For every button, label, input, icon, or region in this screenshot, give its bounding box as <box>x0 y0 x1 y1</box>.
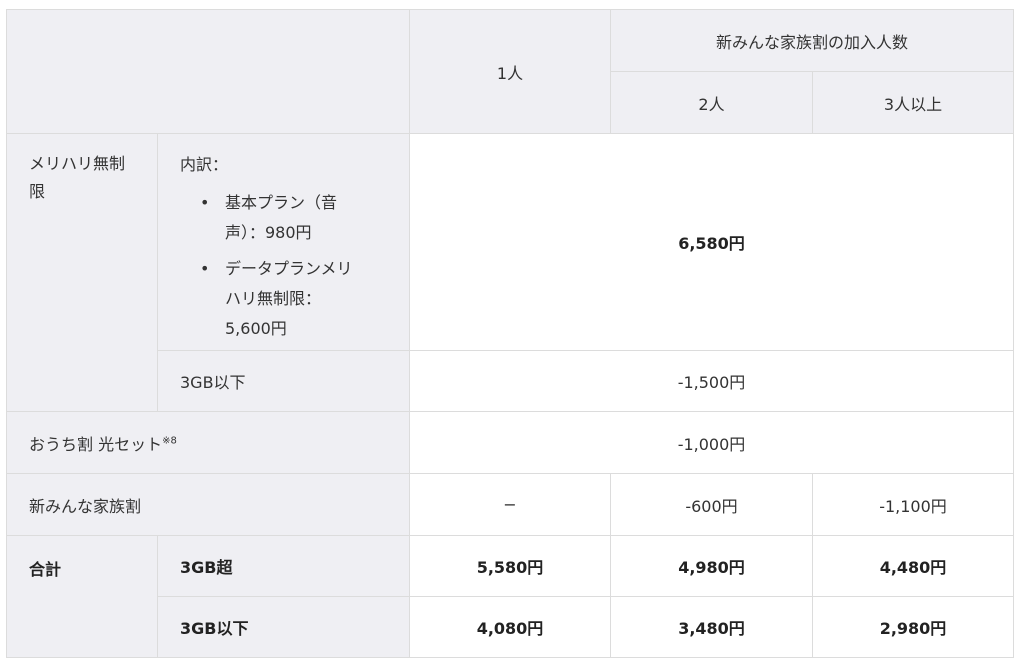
header-one-person: 1人 <box>409 9 611 134</box>
under-3gb-discount: -1,500円 <box>408 350 1015 412</box>
ouchi-discount: -1,000円 <box>408 411 1015 474</box>
row-label-merihari: メリハリ無制限 <box>6 133 158 412</box>
breakdown-cell: 内訳： • 基本プラン（音声）：980円 • データプランメリハリ無制限：5,6… <box>157 133 410 351</box>
header-family-count-group: 新みんな家族割の加入人数 <box>609 9 1015 72</box>
header-three-plus: 3人以上 <box>811 71 1015 134</box>
family-discount-two: -600円 <box>610 473 813 536</box>
total-over-3gb-label: 3GB超 <box>157 535 410 597</box>
total-under-3gb-three: 2,980円 <box>811 596 1015 658</box>
total-over-3gb-three: 4,480円 <box>811 535 1015 597</box>
family-discount-three: -1,100円 <box>811 473 1015 536</box>
total-under-3gb-two: 3,480円 <box>610 596 813 658</box>
list-item: • データプランメリハリ無制限：5,600円 <box>180 254 355 344</box>
row-label-total: 合計 <box>6 535 158 658</box>
total-under-3gb-one: 4,080円 <box>409 596 611 658</box>
total-under-3gb-label: 3GB以下 <box>157 596 410 658</box>
price-table: 1人 新みんな家族割の加入人数 2人 3人以上 メリハリ無制限 内訳： • 基本… <box>6 9 1015 658</box>
ouchi-label-text: おうち割 光セット <box>29 434 163 454</box>
under-3gb-label: 3GB以下 <box>157 350 410 412</box>
breakdown-list: • 基本プラン（音声）：980円 • データプランメリハリ無制限：5,600円 <box>180 188 409 344</box>
header-corner-cell <box>6 9 410 134</box>
price-table-container: 1人 新みんな家族割の加入人数 2人 3人以上 メリハリ無制限 内訳： • 基本… <box>6 9 1015 658</box>
row-label-family: 新みんな家族割 <box>6 473 410 536</box>
bullet-icon: • <box>200 193 210 212</box>
row-label-ouchi: おうち割 光セット※8 <box>6 411 410 474</box>
total-over-3gb-two: 4,980円 <box>610 535 813 597</box>
footnote-marker: ※8 <box>162 435 177 447</box>
total-over-3gb-one: 5,580円 <box>409 535 611 597</box>
merihari-label-text: メリハリ無制限 <box>29 154 126 201</box>
bullet-icon: • <box>200 259 210 278</box>
list-item: • 基本プラン（音声）：980円 <box>180 188 355 248</box>
family-discount-one: − <box>409 473 611 536</box>
breakdown-title: 内訳： <box>180 155 229 174</box>
breakdown-item-data: データプランメリハリ無制限：5,600円 <box>225 259 353 338</box>
header-two-people: 2人 <box>610 71 813 134</box>
breakdown-item-basic: 基本プラン（音声）：980円 <box>225 193 338 242</box>
merihari-price: 6,580円 <box>408 133 1015 351</box>
